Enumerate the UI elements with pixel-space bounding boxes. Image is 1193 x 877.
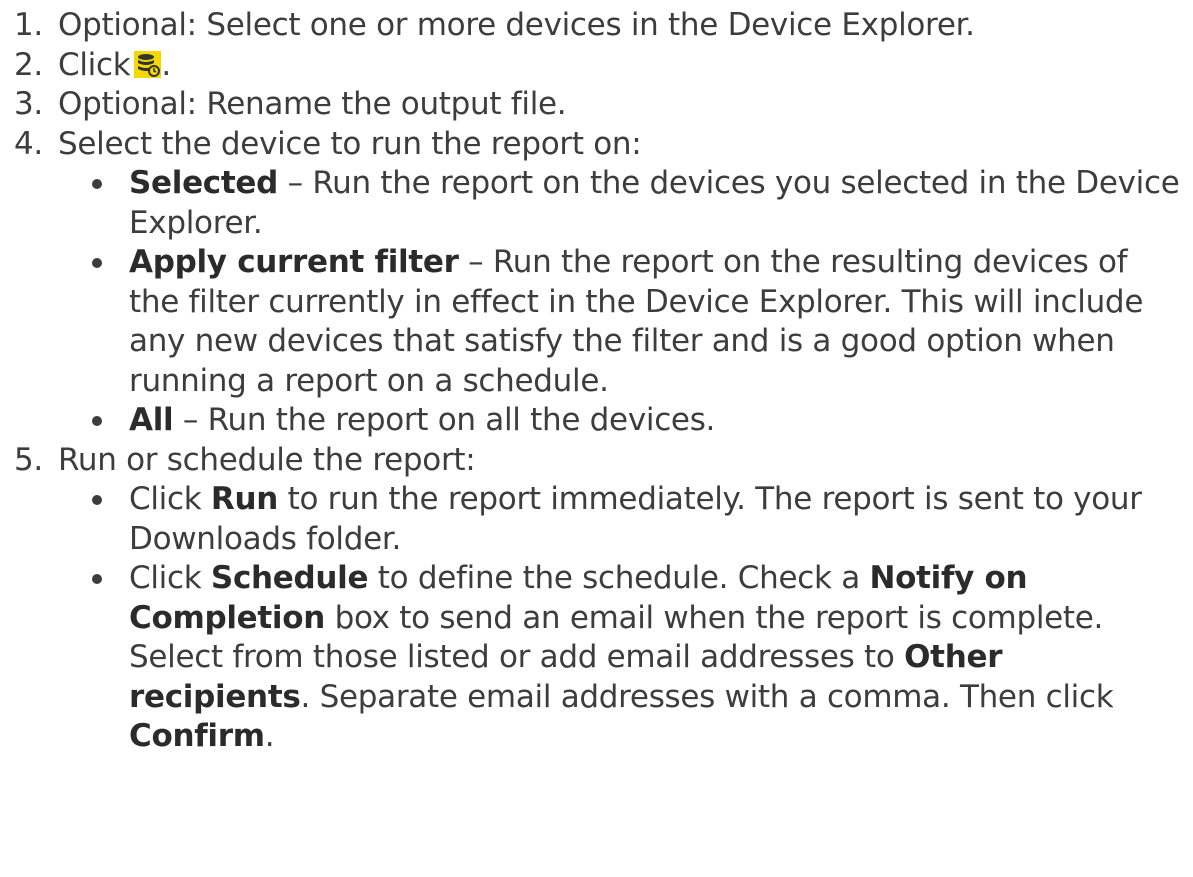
step-text: Run or schedule the report: <box>58 441 476 478</box>
text-segment: Click <box>129 481 211 517</box>
step-5: 5. Run or schedule the report: <box>14 441 1184 481</box>
option-term: All <box>129 402 174 438</box>
bullet-icon <box>92 416 102 426</box>
report-database-icon <box>134 50 162 78</box>
option-description: – Run the report on the devices you sele… <box>129 165 1180 241</box>
bullet-icon <box>92 574 102 584</box>
text-segment: Click <box>129 560 211 596</box>
step-4: 4. Select the device to run the report o… <box>14 125 1184 165</box>
text-segment: . <box>264 718 275 754</box>
run-label: Run <box>210 481 279 517</box>
step-3: 3. Optional: Rename the output file. <box>14 85 1184 125</box>
list-item: Click Run to run the report immediately.… <box>14 480 1184 559</box>
step-number: 3. <box>14 86 43 122</box>
run-option-list: Click Run to run the report immediately.… <box>14 480 1184 757</box>
option-term: Apply current filter <box>129 244 459 280</box>
step-2: 2. Click . <box>14 46 1184 86</box>
bullet-icon <box>92 179 102 189</box>
text-segment: . Separate email addresses with a comma.… <box>300 678 1114 715</box>
step-number: 5. <box>14 441 43 478</box>
bullet-icon <box>92 495 102 505</box>
step-1: 1. Optional: Select one or more devices … <box>14 6 1184 46</box>
confirm-label: Confirm <box>129 718 265 754</box>
step-text: Optional: Rename the output file. <box>58 86 567 122</box>
list-item: Selected – Run the report on the devices… <box>14 164 1184 243</box>
step-text: Select the device to run the report on: <box>58 125 642 162</box>
schedule-label: Schedule <box>210 560 369 596</box>
list-item: Apply current filter – Run the report on… <box>14 243 1184 401</box>
bullet-icon <box>92 258 102 268</box>
list-item: All – Run the report on all the devices. <box>14 401 1184 441</box>
device-option-list: Selected – Run the report on the devices… <box>14 164 1184 441</box>
step-text-end: . <box>161 46 171 83</box>
list-item: Click Schedule to define the schedule. C… <box>14 559 1184 757</box>
option-description: – Run the report on all the devices. <box>173 402 716 438</box>
step-number: 4. <box>14 125 43 162</box>
step-text: Optional: Select one or more devices in … <box>58 7 975 43</box>
text-segment: to define the schedule. Check a <box>368 560 870 596</box>
step-number: 2. <box>14 46 43 83</box>
step-number: 1. <box>14 7 43 43</box>
step-text: Click <box>58 46 131 83</box>
instructions-document: 1. Optional: Select one or more devices … <box>14 6 1184 757</box>
option-term: Selected <box>129 165 279 201</box>
text-segment: to run the report immediately. The repor… <box>129 481 1142 557</box>
